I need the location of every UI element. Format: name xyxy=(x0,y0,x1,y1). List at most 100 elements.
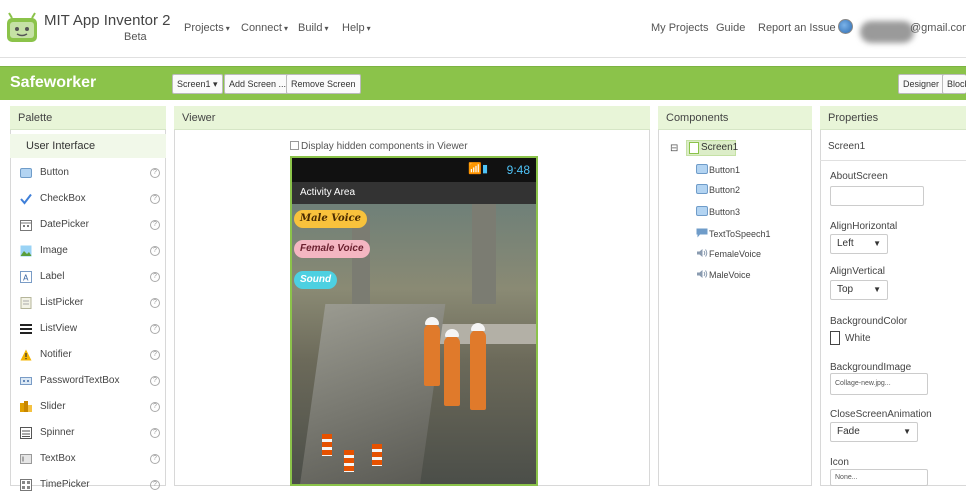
remove-screen-button[interactable]: Remove Screen xyxy=(286,74,361,94)
sound-button[interactable]: Sound xyxy=(294,271,337,289)
timepicker-icon xyxy=(20,479,32,491)
screen-select-value: Screen1 xyxy=(177,79,211,89)
alignhorizontal-select[interactable]: Left▼ xyxy=(830,234,888,254)
my-projects-link[interactable]: My Projects xyxy=(651,22,708,34)
palette-item-timepicker[interactable]: TimePicker ? xyxy=(10,472,166,498)
color-swatch[interactable] xyxy=(830,331,840,345)
beta-label: Beta xyxy=(124,31,147,43)
help-icon[interactable]: ? xyxy=(150,194,160,204)
help-icon[interactable]: ? xyxy=(150,428,160,438)
menu-build-label: Build xyxy=(298,22,322,34)
tree-item-malevoice[interactable]: MaleVoice xyxy=(696,267,751,283)
tree-item-screen1[interactable]: Screen1 xyxy=(686,140,736,156)
listpicker-icon xyxy=(20,297,32,309)
help-icon[interactable]: ? xyxy=(150,480,160,490)
aboutscreen-textarea[interactable] xyxy=(830,186,924,206)
palette-item-button[interactable]: Button ? xyxy=(10,160,166,186)
palette-item-spinner[interactable]: Spinner ? xyxy=(10,420,166,446)
menu-help[interactable]: Help▾ xyxy=(342,22,371,34)
help-icon[interactable]: ? xyxy=(150,298,160,308)
account-menu[interactable]: @gmail.com▾ xyxy=(910,22,966,34)
help-icon[interactable]: ? xyxy=(150,324,160,334)
report-issue-link[interactable]: Report an Issue xyxy=(758,22,836,34)
menu-build[interactable]: Build▾ xyxy=(298,22,328,34)
designer-button[interactable]: Designer xyxy=(898,74,944,94)
menu-projects[interactable]: Projects▾ xyxy=(184,22,230,34)
icon-picker[interactable]: None... xyxy=(830,469,928,486)
properties-title: Properties xyxy=(820,106,966,130)
help-icon[interactable]: ? xyxy=(150,350,160,360)
top-header: MIT App Inventor 2 Beta Projects▾ Connec… xyxy=(0,0,966,58)
redacted-email xyxy=(860,21,914,43)
backgroundcolor-value[interactable]: White xyxy=(845,333,871,344)
add-screen-button[interactable]: Add Screen ... xyxy=(224,74,291,94)
palette-item-label: Image xyxy=(40,238,68,264)
chevron-down-icon: ▾ xyxy=(367,24,371,33)
components-title: Components xyxy=(658,106,812,130)
male-voice-button[interactable]: Male Voice xyxy=(294,210,367,228)
palette-item-datepicker[interactable]: DatePicker ? xyxy=(10,212,166,238)
checkbox-box[interactable] xyxy=(290,141,299,150)
tree-item-texttospeech1[interactable]: TextToSpeech1 xyxy=(696,226,771,242)
palette-item-textbox[interactable]: TextBox ? xyxy=(10,446,166,472)
palette-section-user-interface[interactable]: User Interface xyxy=(10,134,166,158)
palette-item-label: TimePicker xyxy=(40,472,90,498)
tree-item-femalevoice[interactable]: FemaleVoice xyxy=(696,246,761,262)
palette-item-label[interactable]: A Label ? xyxy=(10,264,166,290)
tree-item-button1[interactable]: Button1 xyxy=(696,162,740,178)
tree-item-button3[interactable]: Button3 xyxy=(696,204,740,220)
palette-item-slider[interactable]: Slider ? xyxy=(10,394,166,420)
phone-app-bar-title: Activity Area xyxy=(292,182,536,204)
menu-connect[interactable]: Connect▾ xyxy=(241,22,288,34)
tree-item-label: MaleVoice xyxy=(709,270,751,280)
language-globe-icon[interactable] xyxy=(838,19,853,34)
help-icon[interactable]: ? xyxy=(150,220,160,230)
palette-item-label: Slider xyxy=(40,394,66,420)
palette-item-label: Button xyxy=(40,160,69,186)
tree-item-button2[interactable]: Button2 xyxy=(696,182,740,198)
help-icon[interactable]: ? xyxy=(150,272,160,282)
help-icon[interactable]: ? xyxy=(150,246,160,256)
photo-cone xyxy=(344,450,354,472)
guide-link[interactable]: Guide xyxy=(716,22,745,34)
palette-item-image[interactable]: Image ? xyxy=(10,238,166,264)
palette-item-listpicker[interactable]: ListPicker ? xyxy=(10,290,166,316)
speaker-icon xyxy=(696,248,708,258)
prop-label-icon: Icon xyxy=(830,457,849,468)
tree-item-label: TextToSpeech1 xyxy=(709,229,771,239)
account-email: @gmail.com xyxy=(910,22,966,34)
button-icon xyxy=(696,184,708,194)
collapse-toggle-icon[interactable]: ⊟ xyxy=(670,143,678,154)
palette-item-passwordtextbox[interactable]: PasswordTextBox ? xyxy=(10,368,166,394)
textbox-icon xyxy=(20,453,32,465)
screen-select[interactable]: Screen1 ▾ xyxy=(172,74,223,94)
blocks-button[interactable]: Block xyxy=(942,74,966,94)
palette-item-listview[interactable]: ListView ? xyxy=(10,316,166,342)
menu-help-label: Help xyxy=(342,22,365,34)
palette-item-notifier[interactable]: Notifier ? xyxy=(10,342,166,368)
help-icon[interactable]: ? xyxy=(150,376,160,386)
chevron-down-icon: ▾ xyxy=(226,24,230,33)
prop-label-backgroundcolor: BackgroundColor xyxy=(830,316,907,327)
help-icon[interactable]: ? xyxy=(150,402,160,412)
photo-pillar xyxy=(472,204,496,304)
closescreenanimation-select[interactable]: Fade▼ xyxy=(830,422,918,442)
palette-item-checkbox[interactable]: CheckBox ? xyxy=(10,186,166,212)
chevron-down-icon: ▾ xyxy=(213,79,218,89)
phone-preview: 📶▮ 9:48 Activity Area Male Voice Female … xyxy=(290,156,538,486)
phone-status-bar: 📶▮ 9:48 xyxy=(292,158,536,182)
backgroundimage-picker[interactable]: Collage-new.jpg... xyxy=(830,373,928,395)
alignvertical-select[interactable]: Top▼ xyxy=(830,280,888,300)
palette-item-label: CheckBox xyxy=(40,186,86,212)
female-voice-button[interactable]: Female Voice xyxy=(294,240,370,258)
palette-item-label: ListPicker xyxy=(40,290,83,316)
calendar-icon xyxy=(20,219,32,231)
prop-label-closescreenanimation: CloseScreenAnimation xyxy=(830,409,932,420)
prop-label-backgroundimage: BackgroundImage xyxy=(830,362,911,373)
help-icon[interactable]: ? xyxy=(150,454,160,464)
help-icon[interactable]: ? xyxy=(150,168,160,178)
display-hidden-checkbox[interactable]: Display hidden components in Viewer xyxy=(290,141,468,152)
speech-bubble-icon xyxy=(696,228,708,238)
slider-icon xyxy=(20,401,32,413)
viewer-title: Viewer xyxy=(174,106,650,130)
